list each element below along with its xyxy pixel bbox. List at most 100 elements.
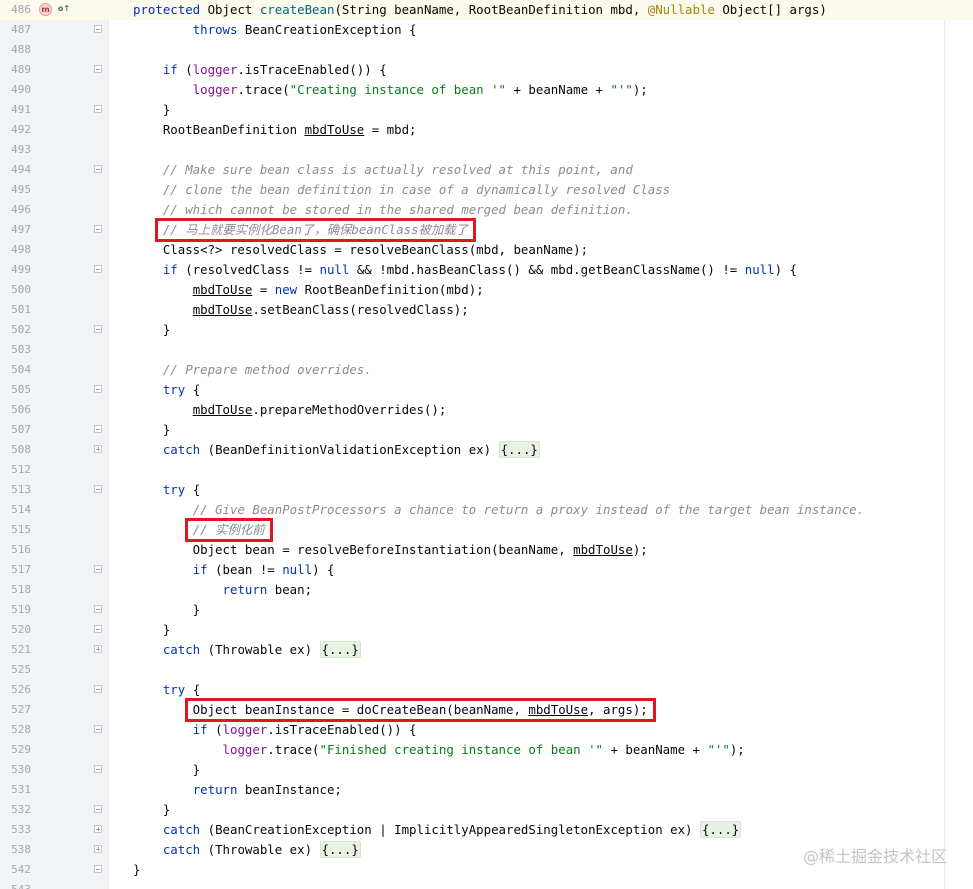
fold-collapse-icon[interactable] [94, 65, 102, 73]
fold-collapse-icon[interactable] [94, 425, 102, 433]
code-line[interactable]: 507 } [0, 420, 973, 440]
line-number[interactable]: 494 [0, 162, 31, 178]
line-number[interactable]: 542 [0, 862, 31, 878]
code-line[interactable]: 503 [0, 340, 973, 360]
code-line[interactable]: 516 Object bean = resolveBeforeInstantia… [0, 540, 973, 560]
line-number[interactable]: 514 [0, 502, 31, 518]
fold-expand-icon[interactable] [94, 825, 102, 833]
line-number[interactable]: 489 [0, 62, 31, 78]
line-number[interactable]: 507 [0, 422, 31, 438]
line-number[interactable]: 492 [0, 122, 31, 138]
code-text-line[interactable]: RootBeanDefinition mbdToUse = mbd; [133, 121, 417, 139]
fold-collapse-icon[interactable] [94, 385, 102, 393]
code-line[interactable]: 496 // which cannot be stored in the sha… [0, 200, 973, 220]
code-text-line[interactable]: mbdToUse = new RootBeanDefinition(mbd); [133, 281, 484, 299]
line-number[interactable]: 543 [0, 882, 31, 889]
line-number[interactable]: 502 [0, 322, 31, 338]
code-text-line[interactable]: // Give BeanPostProcessors a chance to r… [133, 501, 864, 519]
fold-expand-icon[interactable] [94, 445, 102, 453]
line-number[interactable]: 538 [0, 842, 31, 858]
line-number[interactable]: 487 [0, 22, 31, 38]
fold-collapse-icon[interactable] [94, 685, 102, 693]
line-number[interactable]: 508 [0, 442, 31, 458]
line-number[interactable]: 531 [0, 782, 31, 798]
code-editor[interactable]: 486 m o↑ protected Object createBean(String… [0, 0, 973, 889]
code-line[interactable]: 525 [0, 660, 973, 680]
line-number[interactable]: 517 [0, 562, 31, 578]
folded-code-placeholder[interactable]: {...} [319, 841, 361, 858]
fold-collapse-icon[interactable] [94, 765, 102, 773]
fold-expand-icon[interactable] [94, 645, 102, 653]
code-line[interactable]: 520 } [0, 620, 973, 640]
code-line[interactable]: 502 } [0, 320, 973, 340]
line-number[interactable]: 504 [0, 362, 31, 378]
line-number[interactable]: 518 [0, 582, 31, 598]
code-text-line[interactable]: catch (Throwable ex) {...} [133, 841, 361, 859]
code-line[interactable]: 495 // clone the bean definition in case… [0, 180, 973, 200]
code-line[interactable]: 532 } [0, 800, 973, 820]
code-line[interactable]: 506 mbdToUse.prepareMethodOverrides(); [0, 400, 973, 420]
fold-collapse-icon[interactable] [94, 865, 102, 873]
line-number[interactable]: 491 [0, 102, 31, 118]
fold-collapse-icon[interactable] [94, 25, 102, 33]
line-number[interactable]: 495 [0, 182, 31, 198]
code-line[interactable]: 490 logger.trace("Creating instance of b… [0, 80, 973, 100]
line-number[interactable]: 528 [0, 722, 31, 738]
code-line[interactable]: 533 catch (BeanCreationException | Impli… [0, 820, 973, 840]
code-text-line[interactable]: } [133, 321, 170, 339]
code-line[interactable]: 488 [0, 40, 973, 60]
folded-code-placeholder[interactable]: {...} [319, 641, 361, 658]
code-text-line[interactable]: } [133, 621, 170, 639]
code-text-line[interactable]: } [133, 101, 170, 119]
line-number[interactable]: 519 [0, 602, 31, 618]
code-text-line[interactable]: catch (BeanDefinitionValidationException… [133, 441, 540, 459]
line-number[interactable]: 521 [0, 642, 31, 658]
line-number[interactable]: 529 [0, 742, 31, 758]
code-line[interactable]: 526 try { [0, 680, 973, 700]
fold-collapse-icon[interactable] [94, 265, 102, 273]
code-line[interactable]: 500 mbdToUse = new RootBeanDefinition(mb… [0, 280, 973, 300]
code-line[interactable]: 528 if (logger.isTraceEnabled()) { [0, 720, 973, 740]
fold-collapse-icon[interactable] [94, 625, 102, 633]
line-number[interactable]: 513 [0, 482, 31, 498]
code-text-line[interactable]: Object beanInstance = doCreateBean(beanN… [133, 701, 648, 719]
code-text-line[interactable]: if (logger.isTraceEnabled()) { [133, 61, 387, 79]
override-method-icon[interactable]: m [39, 3, 52, 16]
line-number[interactable]: 512 [0, 462, 31, 478]
fold-collapse-icon[interactable] [94, 325, 102, 333]
code-line[interactable]: 489 if (logger.isTraceEnabled()) { [0, 60, 973, 80]
fold-collapse-icon[interactable] [94, 605, 102, 613]
code-line[interactable]: 508 catch (BeanDefinitionValidationExcep… [0, 440, 973, 460]
fold-collapse-icon[interactable] [94, 485, 102, 493]
line-number[interactable]: 498 [0, 242, 31, 258]
code-text-line[interactable]: } [133, 861, 140, 879]
line-number[interactable]: 527 [0, 702, 31, 718]
line-number[interactable]: 493 [0, 142, 31, 158]
code-line[interactable]: 530 } [0, 760, 973, 780]
fold-collapse-icon[interactable] [94, 725, 102, 733]
fold-collapse-icon[interactable] [94, 105, 102, 113]
code-text-line[interactable]: // Prepare method overrides. [133, 361, 372, 379]
fold-expand-icon[interactable] [94, 845, 102, 853]
code-line[interactable]: 514 // Give BeanPostProcessors a chance … [0, 500, 973, 520]
code-line[interactable]: 512 [0, 460, 973, 480]
code-text-line[interactable]: if (resolvedClass != null && !mbd.hasBea… [133, 261, 797, 279]
code-text-line[interactable]: // 马上就要实例化Bean了，确保beanClass被加载了 [133, 221, 468, 239]
code-line[interactable]: 494 // Make sure bean class is actually … [0, 160, 973, 180]
code-text-line[interactable]: catch (Throwable ex) {...} [133, 641, 361, 659]
line-number[interactable]: 515 [0, 522, 31, 538]
code-line[interactable]: 517 if (bean != null) { [0, 560, 973, 580]
code-line[interactable]: 486 m o↑ protected Object createBean(String… [0, 0, 973, 20]
line-number[interactable]: 497 [0, 222, 31, 238]
code-text-line[interactable]: // 实例化前 [133, 521, 265, 539]
line-number[interactable]: 506 [0, 402, 31, 418]
code-text-line[interactable]: throws BeanCreationException { [133, 21, 417, 39]
code-line[interactable]: 492 RootBeanDefinition mbdToUse = mbd; [0, 120, 973, 140]
line-number[interactable]: 533 [0, 822, 31, 838]
code-line[interactable]: 519 } [0, 600, 973, 620]
code-text-line[interactable]: mbdToUse.prepareMethodOverrides(); [133, 401, 447, 419]
line-number[interactable]: 505 [0, 382, 31, 398]
fold-collapse-icon[interactable] [94, 225, 102, 233]
line-number[interactable]: 532 [0, 802, 31, 818]
code-line[interactable]: 518 return bean; [0, 580, 973, 600]
